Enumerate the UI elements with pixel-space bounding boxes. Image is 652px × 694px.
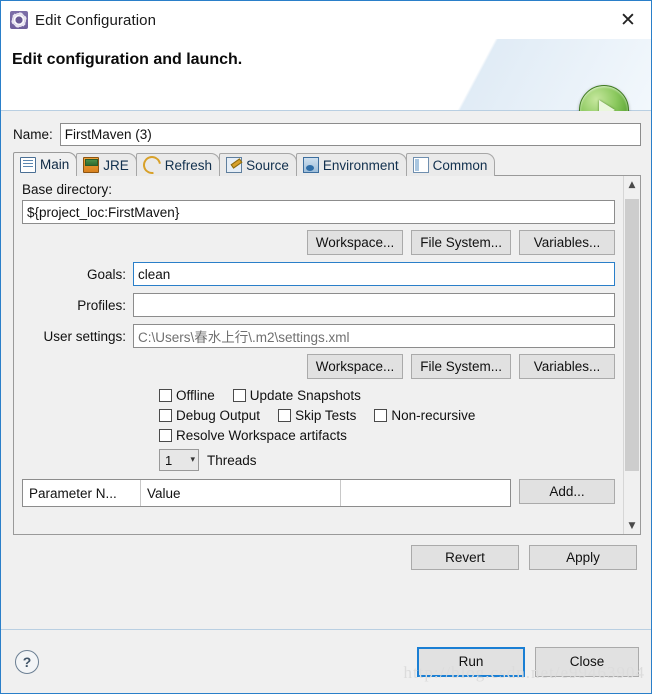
user-settings-input[interactable] — [133, 324, 615, 348]
user-settings-label: User settings: — [43, 328, 126, 344]
tab-main-label: Main — [40, 157, 70, 172]
goals-input[interactable] — [133, 262, 615, 286]
tab-environment-label: Environment — [322, 157, 399, 173]
threads-value: 1 — [165, 452, 173, 468]
checkbox-offline-label[interactable]: Offline — [176, 388, 215, 403]
dialog-header: Edit configuration and launch. — [1, 39, 651, 135]
dialog-footer: ? Run Close http://blog.csdn.net/e994639… — [1, 629, 651, 693]
base-directory-buttons: Workspace... File System... Variables... — [22, 230, 615, 255]
tab-source[interactable]: Source — [219, 153, 297, 176]
environment-icon — [302, 157, 319, 173]
common-icon — [412, 157, 429, 173]
checkbox-update-snapshots[interactable] — [232, 389, 246, 402]
scrollbar-thumb[interactable] — [625, 199, 639, 471]
name-input[interactable] — [59, 123, 641, 146]
run-button[interactable]: Run — [417, 646, 525, 677]
tab-common[interactable]: Common — [405, 153, 496, 176]
goals-row: Goals: — [22, 262, 615, 286]
tab-jre[interactable]: JRE — [76, 153, 137, 176]
settings-workspace-button[interactable]: Workspace... — [306, 354, 404, 379]
close-button[interactable]: Close — [535, 646, 639, 677]
user-settings-row: User settings: — [22, 324, 615, 348]
scroll-down-icon[interactable]: ▼ — [624, 517, 640, 534]
user-settings-buttons: Workspace... File System... Variables... — [22, 354, 615, 379]
tab-refresh-label: Refresh — [164, 157, 213, 173]
checkbox-skip-tests-label[interactable]: Skip Tests — [295, 408, 356, 423]
column-parameter-name[interactable]: Parameter N... — [23, 480, 141, 506]
refresh-icon — [139, 152, 165, 178]
jre-icon — [83, 157, 100, 173]
checkbox-row-3: Resolve Workspace artifacts — [159, 428, 615, 443]
name-row: Name: — [13, 123, 641, 146]
checkbox-resolve-workspace-artifacts-label[interactable]: Resolve Workspace artifacts — [176, 428, 347, 443]
column-value[interactable]: Value — [141, 480, 341, 506]
profiles-row: Profiles: — [22, 293, 615, 317]
main-tab-panel: Base directory: Workspace... File System… — [13, 175, 641, 535]
checkbox-non-recursive[interactable] — [374, 409, 388, 422]
name-label: Name: — [13, 127, 53, 142]
panel-scrollbar[interactable]: ▲ ▼ — [623, 176, 640, 534]
tab-jre-label: JRE — [103, 157, 129, 173]
title-bar: Edit Configuration ✕ — [1, 1, 651, 39]
help-icon[interactable]: ? — [15, 649, 39, 674]
main-tab-content: Base directory: Workspace... File System… — [14, 176, 623, 534]
threads-dropdown[interactable]: 1 ▾ — [159, 449, 199, 471]
checkbox-row-2: Debug Output Skip Tests Non-recursive — [159, 408, 615, 423]
base-directory-label: Base directory: — [22, 182, 113, 197]
base-directory-input[interactable] — [22, 200, 615, 224]
main-icon — [20, 156, 36, 173]
options-checkboxes: Offline Update Snapshots Debug Output Sk… — [159, 388, 615, 443]
tab-source-label: Source — [246, 157, 289, 173]
checkbox-row-1: Offline Update Snapshots — [159, 388, 615, 403]
checkbox-update-snapshots-label[interactable]: Update Snapshots — [250, 388, 361, 403]
checkbox-skip-tests[interactable] — [278, 409, 292, 422]
tab-common-label: Common — [432, 157, 488, 173]
source-icon — [226, 157, 243, 173]
goals-label: Goals: — [86, 266, 126, 282]
profiles-input[interactable] — [133, 293, 615, 317]
add-parameter-button[interactable]: Add... — [519, 479, 615, 504]
chevron-down-icon: ▾ — [190, 455, 195, 465]
base-file-system-button[interactable]: File System... — [411, 230, 511, 255]
checkbox-offline[interactable] — [159, 389, 172, 402]
settings-variables-button[interactable]: Variables... — [519, 354, 615, 379]
revert-apply-row: Revert Apply — [9, 545, 639, 570]
table-header-row: Parameter N... Value — [22, 479, 511, 507]
tab-refresh[interactable]: Refresh — [135, 152, 221, 178]
apply-button[interactable]: Apply — [529, 545, 637, 570]
tab-main[interactable]: Main — [13, 152, 78, 176]
checkbox-non-recursive-label[interactable]: Non-recursive — [391, 408, 475, 423]
settings-file-system-button[interactable]: File System... — [411, 354, 511, 379]
threads-label: Threads — [207, 452, 257, 468]
gear-icon — [10, 11, 28, 29]
checkbox-debug-output[interactable] — [159, 409, 172, 422]
checkbox-debug-output-label[interactable]: Debug Output — [176, 408, 260, 423]
base-variables-button[interactable]: Variables... — [519, 230, 615, 255]
base-workspace-button[interactable]: Workspace... — [306, 230, 404, 255]
column-extra[interactable] — [341, 480, 510, 506]
parameter-table: Parameter N... Value Add... — [22, 479, 615, 507]
checkbox-resolve-workspace-artifacts[interactable] — [159, 429, 172, 442]
tab-environment[interactable]: Environment — [295, 153, 407, 176]
edit-configuration-dialog: Edit Configuration ✕ Edit configuration … — [0, 0, 652, 694]
tab-strip: Main JRE Refresh Source Environment Comm… — [13, 152, 643, 178]
header-title: Edit configuration and launch. — [12, 51, 243, 68]
close-icon[interactable]: ✕ — [615, 7, 641, 33]
threads-row: 1 ▾ Threads — [159, 449, 615, 471]
revert-button[interactable]: Revert — [411, 545, 519, 570]
scroll-up-icon[interactable]: ▲ — [624, 176, 640, 193]
profiles-label: Profiles: — [77, 297, 126, 313]
window-title: Edit Configuration — [35, 11, 157, 29]
dialog-body: Name: Main JRE Refresh Source — [1, 111, 651, 629]
scrollbar-track[interactable] — [624, 193, 640, 517]
